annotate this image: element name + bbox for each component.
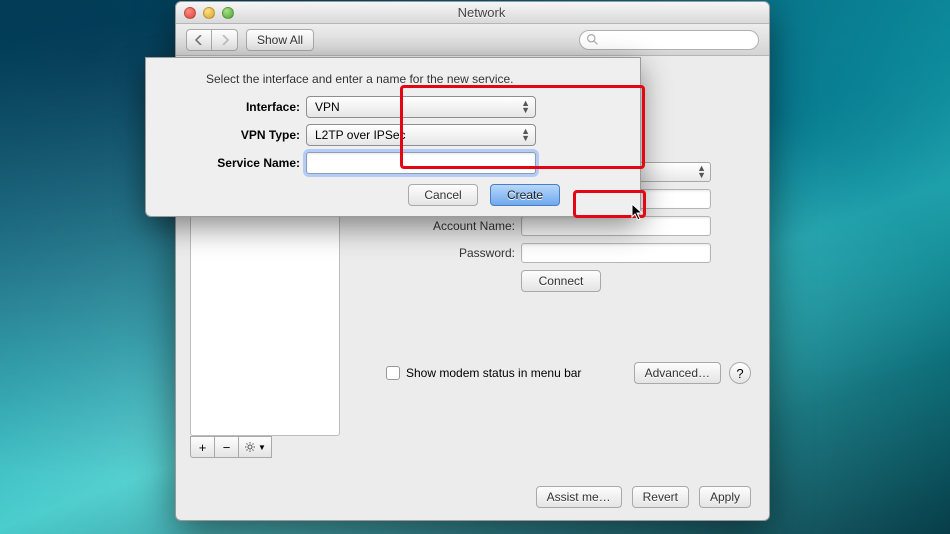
advanced-button[interactable]: Advanced… xyxy=(634,362,721,384)
interface-select[interactable]: VPN▲▼ xyxy=(306,96,536,118)
back-button[interactable] xyxy=(186,29,212,51)
connect-button[interactable]: Connect xyxy=(521,270,601,292)
remove-service-button[interactable]: − xyxy=(214,436,238,458)
new-service-sheet: Select the interface and enter a name fo… xyxy=(145,57,641,217)
show-modem-checkbox[interactable] xyxy=(386,366,400,380)
apply-button[interactable]: Apply xyxy=(699,486,751,508)
add-service-button[interactable]: + xyxy=(190,436,214,458)
action-menu-button[interactable]: ▼ xyxy=(238,436,272,458)
sidebar-actions: + − ▼ xyxy=(190,436,272,458)
search-icon xyxy=(586,33,599,46)
account-label: Account Name: xyxy=(356,219,521,233)
help-button[interactable]: ? xyxy=(729,362,751,384)
toolbar: Show All xyxy=(176,24,769,56)
show-all-button[interactable]: Show All xyxy=(246,29,314,51)
search-input[interactable] xyxy=(579,30,759,50)
forward-button[interactable] xyxy=(212,29,238,51)
bottom-bar: Assist me… Revert Apply xyxy=(176,486,769,508)
vpn-type-label: VPN Type: xyxy=(166,128,306,142)
vpn-type-select[interactable]: L2TP over IPSec▲▼ xyxy=(306,124,536,146)
assist-button[interactable]: Assist me… xyxy=(536,486,622,508)
gear-icon xyxy=(244,441,256,453)
show-modem-label: Show modem status in menu bar xyxy=(406,366,581,380)
cancel-button[interactable]: Cancel xyxy=(408,184,478,206)
sheet-title: Select the interface and enter a name fo… xyxy=(166,72,620,86)
password-label: Password: xyxy=(356,246,521,260)
create-button[interactable]: Create xyxy=(490,184,560,206)
service-name-label: Service Name: xyxy=(166,156,306,170)
password-input[interactable] xyxy=(521,243,711,263)
window-title: Network xyxy=(194,5,769,20)
interface-label: Interface: xyxy=(166,100,306,114)
cursor-icon xyxy=(631,203,645,221)
titlebar: Network xyxy=(176,2,769,24)
revert-button[interactable]: Revert xyxy=(632,486,689,508)
service-name-input[interactable] xyxy=(306,152,536,174)
account-input[interactable] xyxy=(521,216,711,236)
